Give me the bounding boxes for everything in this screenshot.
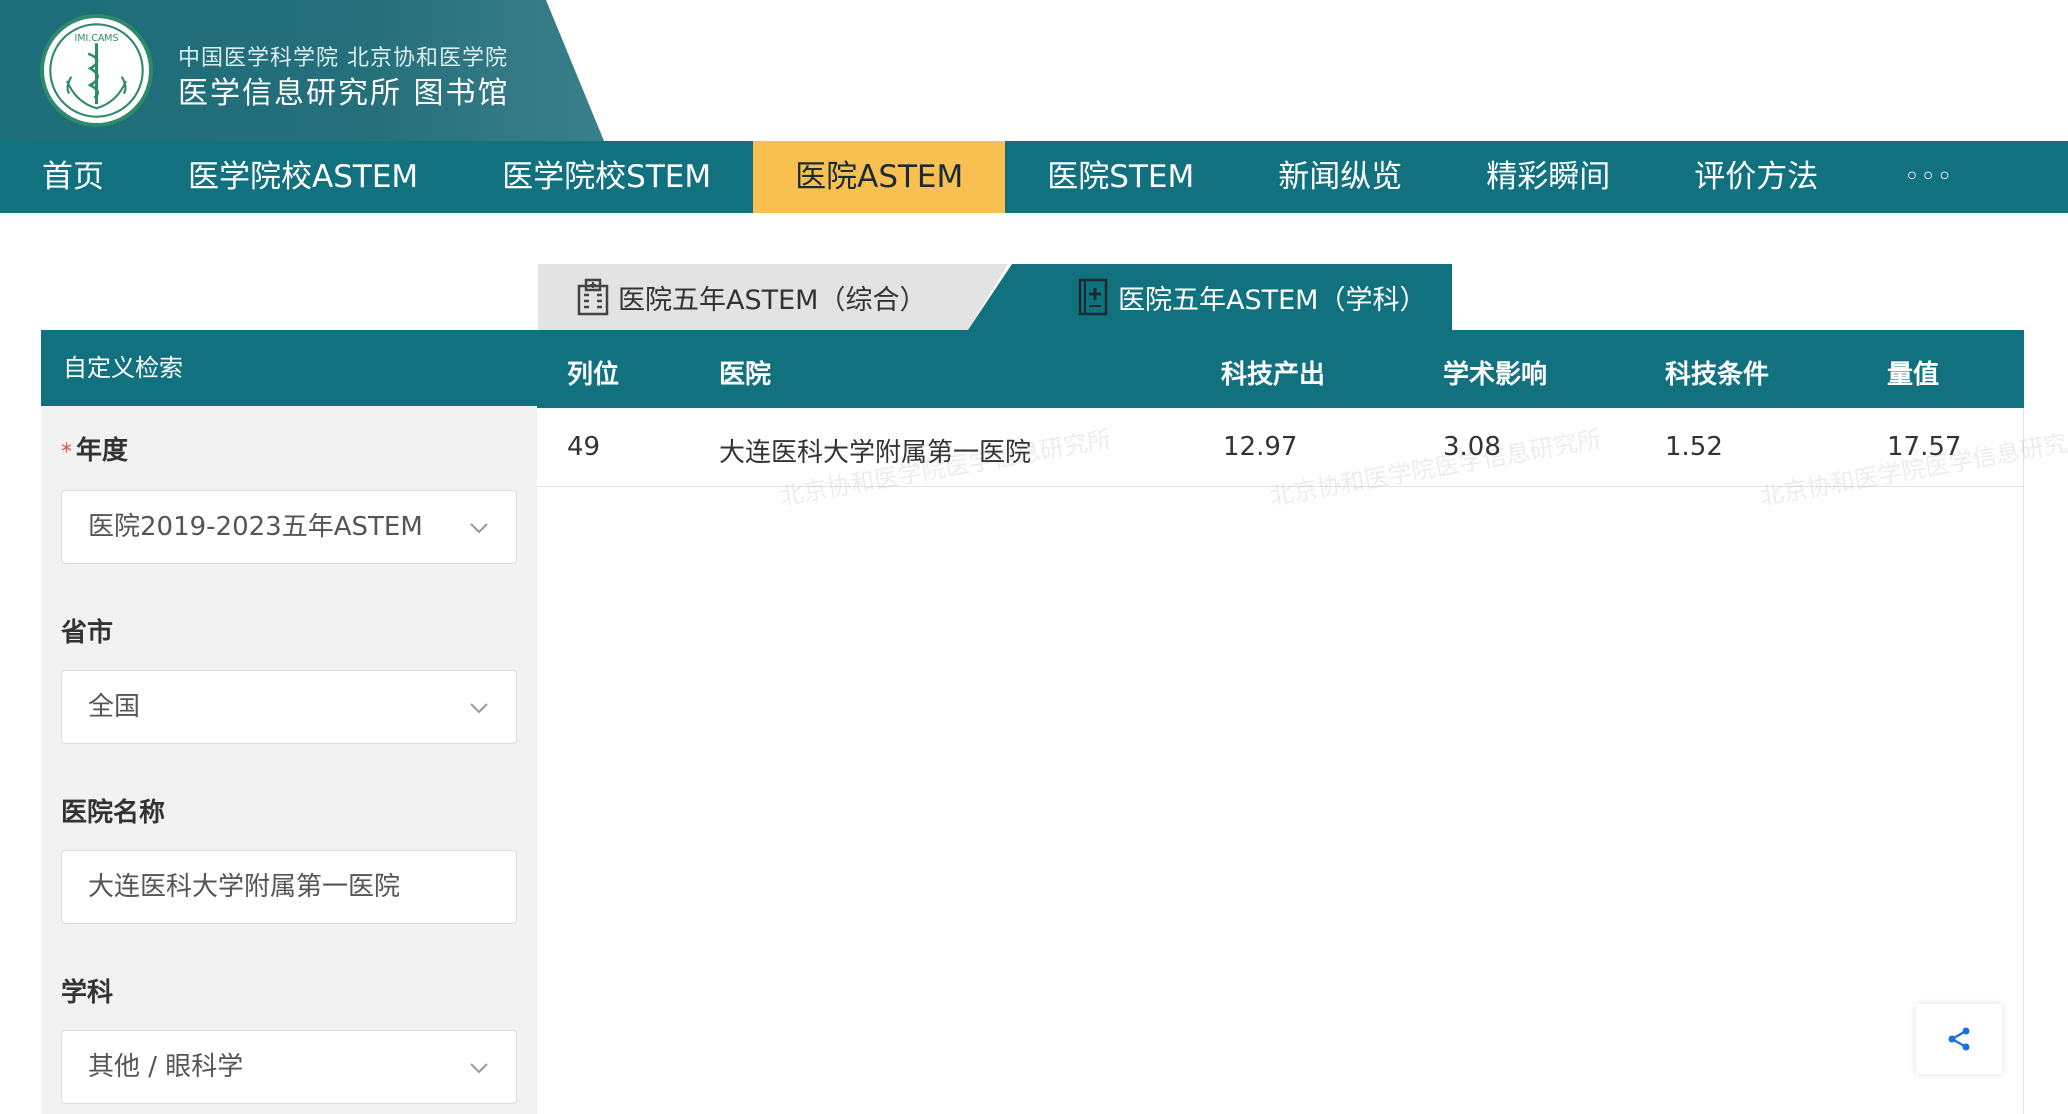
watermark: 北京协和医学院医学信息研究所 (1267, 425, 1604, 511)
main-nav: 首页 医学院校ASTEM 医学院校STEM 医院ASTEM 医院STEM 新闻纵… (0, 141, 2068, 213)
subject-label: 学科 (61, 978, 114, 1008)
nav-item-hospital-astem[interactable]: 医院ASTEM (753, 141, 1006, 213)
tab-overall-label: 医院五年ASTEM（综合） (618, 284, 927, 316)
column-header-output[interactable]: 科技产出 (1221, 354, 1325, 391)
hospital-building-icon (577, 278, 609, 316)
imicams-logo[interactable]: IMI.CAMS (40, 14, 153, 127)
nav-item-college-stem[interactable]: 医学院校STEM (460, 141, 753, 213)
nav-item-home[interactable]: 首页 (0, 141, 146, 213)
header-banner: IMI.CAMS 中国医学科学院 北京协和医学院 医学信息研究所 图书馆 (0, 0, 604, 141)
panel-title: 自定义检索 (41, 330, 537, 406)
subject-select[interactable]: 其他 / 眼科学 (61, 1030, 517, 1104)
required-asterisk: * (61, 440, 72, 465)
year-select[interactable]: 医院2019-2023五年ASTEM (61, 490, 517, 564)
chevron-down-icon (470, 703, 488, 714)
nav-item-hospital-stem[interactable]: 医院STEM (1005, 141, 1236, 213)
nav-item-news[interactable]: 新闻纵览 (1236, 141, 1444, 213)
custom-search-panel: 自定义检索 * 年度 医院2019-2023五年ASTEM 省市 全国 医院名称 … (41, 330, 537, 1114)
column-header-condition[interactable]: 科技条件 (1665, 354, 1769, 391)
results-table: 列位 医院 科技产出 学术影响 科技条件 量值 北京协和医学院医学信息研究所 北… (537, 330, 2068, 1114)
site-header: IMI.CAMS 中国医学科学院 北京协和医学院 医学信息研究所 图书馆 (0, 0, 2068, 141)
hospital-name-value: 大连医科大学附属第一医院 (88, 872, 401, 902)
cell-rank: 49 (567, 432, 601, 462)
year-select-value: 医院2019-2023五年ASTEM (88, 512, 423, 542)
chevron-down-icon (470, 1063, 488, 1074)
medical-book-icon (1078, 278, 1108, 316)
year-label-text: 年度 (76, 436, 129, 466)
share-button[interactable] (1916, 1004, 2002, 1074)
column-header-rank[interactable]: 列位 (567, 354, 619, 391)
cell-hospital[interactable]: 大连医科大学附属第一医院 (719, 432, 1031, 469)
hospital-name-input[interactable]: 大连医科大学附属第一医院 (61, 850, 517, 924)
table-row[interactable]: 北京协和医学院医学信息研究所 北京协和医学院医学信息研究所 北京协和医学院医学信… (537, 408, 2068, 511)
province-select-value: 全国 (88, 692, 141, 722)
nav-item-methods[interactable]: 评价方法 (1652, 141, 1860, 213)
table-header: 列位 医院 科技产出 学术影响 科技条件 量值 (537, 330, 2024, 408)
year-label: * 年度 (61, 430, 128, 467)
chevron-down-icon (470, 523, 488, 534)
province-select[interactable]: 全国 (61, 670, 517, 744)
column-header-influence[interactable]: 学术影响 (1443, 354, 1547, 391)
cell-value: 17.57 (1887, 432, 1962, 462)
cell-condition: 1.52 (1665, 432, 1723, 462)
tab-five-year-subject[interactable]: 医院五年ASTEM（学科） (968, 264, 1452, 330)
tab-five-year-overall[interactable]: 医院五年ASTEM（综合） (538, 264, 1008, 330)
subject-select-value: 其他 / 眼科学 (88, 1052, 244, 1082)
column-header-value[interactable]: 量值 (1887, 354, 1939, 391)
nav-item-highlights[interactable]: 精彩瞬间 (1444, 141, 1652, 213)
province-label: 省市 (61, 618, 114, 648)
more-icon[interactable]: ◦◦◦ (1860, 141, 1997, 213)
cell-output: 12.97 (1223, 432, 1298, 462)
nav-item-college-astem[interactable]: 医学院校ASTEM (146, 141, 460, 213)
cell-influence: 3.08 (1443, 432, 1501, 462)
org-name-line2: 医学信息研究所 图书馆 (178, 76, 510, 111)
share-icon (1948, 1027, 1970, 1051)
hospital-name-label: 医院名称 (61, 798, 166, 828)
column-header-hospital[interactable]: 医院 (719, 354, 771, 391)
svg-text:IMI.CAMS: IMI.CAMS (75, 33, 119, 44)
tab-subject-label: 医院五年ASTEM（学科） (1118, 284, 1427, 316)
